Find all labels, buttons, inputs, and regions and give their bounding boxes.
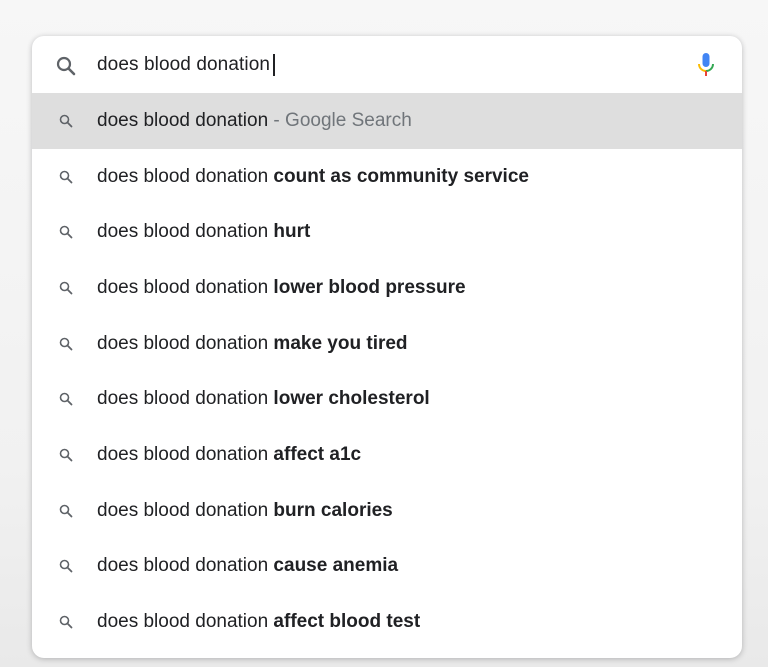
search-icon — [58, 558, 74, 574]
suggestion-text: does blood donation lower cholesterol — [97, 388, 430, 410]
search-icon — [58, 280, 74, 296]
suggestion-item[interactable]: does blood donation affect a1c — [32, 427, 742, 483]
suggestion-item[interactable]: does blood donation lower blood pressure — [32, 260, 742, 316]
search-icon — [54, 54, 78, 78]
search-icon — [58, 614, 74, 630]
suggestion-completion: affect blood test — [268, 611, 421, 633]
suggestion-text: does blood donation affect blood test — [97, 611, 420, 633]
search-icon — [58, 391, 74, 407]
suggestion-prefix: does blood donation — [97, 276, 269, 298]
suggestion-completion: hurt — [268, 221, 311, 243]
suggestion-text: does blood donation - Google Search — [97, 110, 412, 132]
suggestion-completion: affect a1c — [268, 443, 362, 465]
search-input[interactable]: does blood donation — [97, 52, 275, 78]
suggestion-completion: burn calories — [268, 499, 393, 521]
search-autocomplete-panel: does blood donation does blood donation … — [32, 36, 742, 658]
suggestion-completion: count as community service — [268, 165, 529, 187]
suggestion-text: does blood donation cause anemia — [97, 555, 398, 577]
suggestion-suffix: - Google Search — [268, 109, 412, 131]
suggestion-prefix: does blood donation — [97, 443, 269, 465]
suggestion-prefix: does blood donation — [97, 221, 269, 243]
suggestion-item[interactable]: does blood donation affect blood test — [32, 594, 742, 650]
search-icon — [58, 169, 74, 185]
search-icon — [58, 113, 74, 129]
suggestion-text: does blood donation affect a1c — [97, 444, 361, 466]
search-icon — [58, 336, 74, 352]
suggestion-item[interactable]: does blood donation hurt — [32, 204, 742, 260]
search-icon — [58, 224, 74, 240]
search-icon — [58, 447, 74, 463]
search-box[interactable]: does blood donation — [32, 36, 742, 93]
suggestion-prefix: does blood donation — [97, 388, 269, 410]
suggestion-prefix: does blood donation — [97, 611, 269, 633]
suggestion-completion: lower blood pressure — [268, 276, 466, 298]
text-caret — [273, 54, 275, 76]
suggestion-text: does blood donation lower blood pressure — [97, 277, 466, 299]
suggestion-text: does blood donation burn calories — [97, 500, 393, 522]
suggestion-item[interactable]: does blood donation make you tired — [32, 316, 742, 372]
suggestion-item[interactable]: does blood donation cause anemia — [32, 539, 742, 595]
suggestion-item[interactable]: does blood donation - Google Search — [32, 93, 742, 149]
suggestion-list: does blood donation - Google Search does … — [32, 93, 742, 650]
suggestion-item[interactable]: does blood donation count as community s… — [32, 149, 742, 205]
suggestion-text: does blood donation hurt — [97, 221, 310, 243]
suggestion-item[interactable]: does blood donation lower cholesterol — [32, 371, 742, 427]
suggestion-text: does blood donation count as community s… — [97, 166, 529, 188]
mic-icon[interactable] — [694, 51, 718, 79]
suggestion-completion: lower cholesterol — [268, 388, 430, 410]
suggestion-item[interactable]: does blood donation burn calories — [32, 483, 742, 539]
suggestion-prefix: does blood donation — [97, 332, 269, 354]
suggestion-completion: cause anemia — [268, 555, 399, 577]
suggestion-prefix: does blood donation — [97, 499, 269, 521]
search-query-text: does blood donation — [97, 54, 271, 75]
suggestion-prefix: does blood donation — [97, 109, 269, 131]
suggestion-completion: make you tired — [268, 332, 408, 354]
search-icon — [58, 503, 74, 519]
suggestion-text: does blood donation make you tired — [97, 333, 408, 355]
suggestion-prefix: does blood donation — [97, 555, 269, 577]
suggestion-prefix: does blood donation — [97, 165, 269, 187]
